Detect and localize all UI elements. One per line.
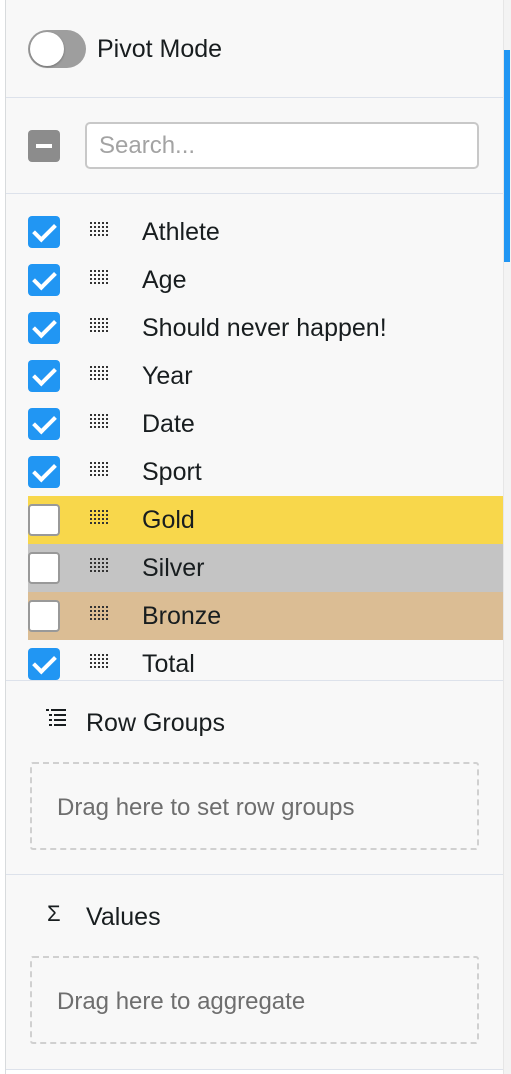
pivot-mode-label: Pivot Mode [97,35,223,63]
column-item[interactable]: Should never happen! [28,304,503,352]
column-checkbox[interactable] [28,264,60,296]
column-label: Gold [142,506,195,534]
column-item[interactable]: Age [28,256,503,304]
row-groups-icon [44,707,68,735]
sigma-icon: Σ [47,901,61,926]
drag-handle-icon[interactable] [90,318,110,336]
drag-handle-icon[interactable] [90,654,110,672]
scrollbar-thumb[interactable] [504,50,510,262]
column-item[interactable]: Bronze [28,592,503,640]
column-label: Athlete [142,218,220,246]
column-checkbox[interactable] [28,648,60,680]
column-checkbox[interactable] [28,504,60,536]
select-all-checkbox[interactable] [28,130,60,162]
toggle-knob [30,32,64,66]
column-item[interactable]: Gold [28,496,503,544]
tool-panel: Pivot Mode Athlete Age Should never happen… [6,0,503,1070]
drag-handle-icon[interactable] [90,414,110,432]
indeterminate-icon [36,144,52,148]
column-checkbox[interactable] [28,408,60,440]
drag-handle-icon[interactable] [90,462,110,480]
column-checkbox[interactable] [28,360,60,392]
values-section: Σ Values Drag here to aggregate [6,875,503,1070]
column-item[interactable]: Sport [28,448,503,496]
drag-handle-icon[interactable] [90,606,110,624]
values-drop-text: Drag here to aggregate [57,988,306,1015]
column-label: Age [142,266,187,294]
column-label: Date [142,410,195,438]
column-label: Silver [142,554,205,582]
column-checkbox[interactable] [28,456,60,488]
column-search-input[interactable] [85,122,479,169]
drag-handle-icon[interactable] [90,510,110,528]
values-drop-zone[interactable]: Drag here to aggregate [30,956,479,1044]
column-checkbox[interactable] [28,600,60,632]
column-checkbox[interactable] [28,216,60,248]
column-label: Bronze [142,602,222,630]
pivot-mode-row: Pivot Mode [6,0,503,98]
column-label: Year [142,362,193,390]
column-checkbox[interactable] [28,312,60,344]
row-groups-drop-text: Drag here to set row groups [57,794,355,821]
column-item[interactable]: Date [28,400,503,448]
column-filter-row [6,98,503,194]
column-label: Should never happen! [142,314,387,342]
column-list: Athlete Age Should never happen! Year Date Sp… [6,208,503,680]
column-item[interactable]: Year [28,352,503,400]
drag-handle-icon[interactable] [90,222,110,240]
drag-handle-icon[interactable] [90,366,110,384]
values-title: Values [86,903,161,931]
row-groups-title: Row Groups [86,709,225,737]
column-item[interactable]: Total [28,640,503,680]
drag-handle-icon[interactable] [90,558,110,576]
column-item[interactable]: Silver [28,544,503,592]
pivot-mode-toggle[interactable] [28,30,86,68]
column-checkbox[interactable] [28,552,60,584]
row-groups-drop-zone[interactable]: Drag here to set row groups [30,762,479,850]
row-groups-section: Row Groups Drag here to set row groups [6,680,503,875]
column-label: Sport [142,458,202,486]
column-item[interactable]: Athlete [28,208,503,256]
column-label: Total [142,650,195,678]
drag-handle-icon[interactable] [90,270,110,288]
